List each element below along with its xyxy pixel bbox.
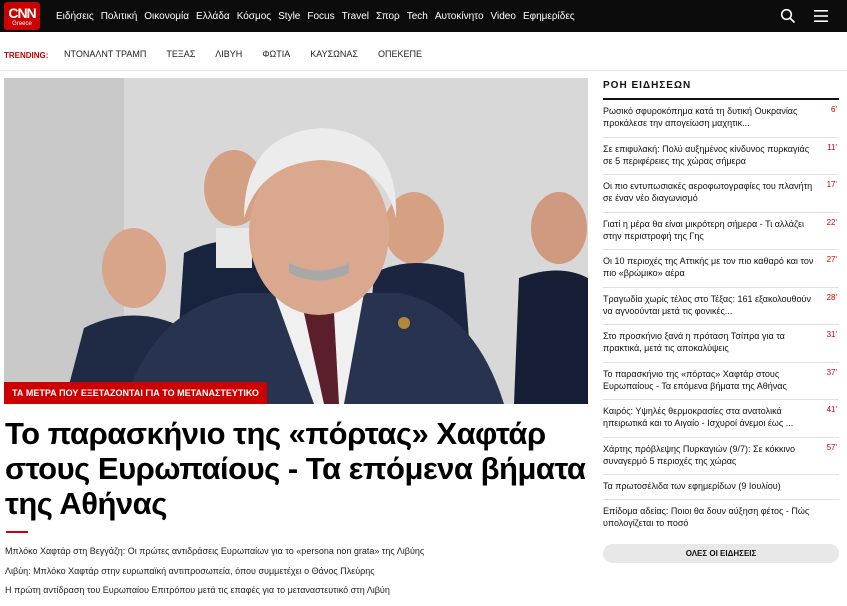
nav-item-news[interactable]: Ειδήσεις <box>56 11 94 22</box>
news-feed-text: Επίδομα αδείας: Ποιοι θα δουν αύξηση φέτ… <box>603 506 810 528</box>
related-articles: Μπλόκο Χαφτάρ στη Βεγγάζη: Οι πρώτες αντ… <box>5 545 589 604</box>
nav-item-focus[interactable]: Focus <box>307 11 334 22</box>
news-feed-item[interactable]: Τραγωδία χωρίς τέλος στο Τέξας: 161 εξακ… <box>603 288 839 325</box>
cnn-greece-logo[interactable]: CNN Greece <box>4 2 40 30</box>
news-feed-text: Τα πρωτοσέλιδα των εφημερίδων (9 Ιουλίου… <box>603 481 781 491</box>
news-feed-item[interactable]: Τα πρωτοσέλιδα των εφημερίδων (9 Ιουλίου… <box>603 475 839 500</box>
news-feed-text: Γιατί η μέρα θα είναι μικρότερη σήμερα -… <box>603 218 804 241</box>
hero-image[interactable] <box>4 78 588 404</box>
nav-item-tech[interactable]: Tech <box>407 11 428 22</box>
accent-rule <box>6 531 28 533</box>
news-feed-text: Καιρός: Υψηλές θερμοκρασίες στα ανατολικ… <box>603 406 794 428</box>
news-feed-title: ΡΟΗ ΕΙΔΗΣΕΩΝ <box>603 80 692 91</box>
news-feed-item[interactable]: Οι 10 περιοχές της Αττικής με τον πιο κα… <box>603 250 839 288</box>
news-feed-item[interactable]: Το παρασκήνιο της «πόρτας» Χαφτάρ στους … <box>603 363 839 400</box>
news-feed-text: Το παρασκήνιο της «πόρτας» Χαφτάρ στους … <box>603 368 787 391</box>
news-feed-text: Στο προσκήνιο ξανά η πρόταση Τσίπρα για … <box>603 331 785 353</box>
news-feed-text: Σε επιφυλακή: Πολύ αυξημένος κίνδυνος πυ… <box>603 143 810 166</box>
related-article-link[interactable]: Μπλόκο Χαφτάρ στη Βεγγάζη: Οι πρώτες αντ… <box>5 545 589 565</box>
news-feed-time: 37' <box>826 367 837 377</box>
news-feed-item[interactable]: Σε επιφυλακή: Πολύ αυξημένος κίνδυνος πυ… <box>603 138 839 175</box>
news-feed-time: 41' <box>826 405 837 414</box>
divider <box>0 70 847 71</box>
nav-item-video[interactable]: Video <box>491 11 516 22</box>
news-feed-text: Χάρτης πρόβλεψης Πυρκαγιών (9/7): Σε κόκ… <box>603 443 796 466</box>
news-feed-item[interactable]: Οι πιο εντυπωσιακές αεροφωτογραφίες του … <box>603 175 839 213</box>
news-feed-item[interactable]: Επίδομα αδείας: Ποιοι θα δουν αύξηση φέτ… <box>603 500 839 538</box>
news-feed-text: Ρωσικό σφυροκόπημα κατά τη δυτική Ουκραν… <box>603 106 798 128</box>
trending-item[interactable]: ΦΩΤΙΑ <box>262 49 290 59</box>
nav-item-auto[interactable]: Αυτοκίνητο <box>435 11 484 22</box>
nav-item-politics[interactable]: Πολιτική <box>101 11 138 22</box>
news-feed-time: 6' <box>831 105 837 114</box>
news-feed-time: 22' <box>826 217 837 227</box>
news-feed-item[interactable]: Καιρός: Υψηλές θερμοκρασίες στα ανατολικ… <box>603 400 839 438</box>
nav-item-world[interactable]: Κόσμος <box>237 11 271 22</box>
main-nav: Ειδήσεις Πολιτική Οικονομία Ελλάδα Κόσμο… <box>56 0 575 32</box>
news-feed-time: 17' <box>826 180 837 189</box>
hero-category-tag[interactable]: ΤΑ ΜΕΤΡΑ ΠΟΥ ΕΞΕΤΑΖΟΝΤΑΙ ΓΙΑ ΤΟ ΜΕΤΑΝΑΣΤ… <box>4 382 267 404</box>
news-feed-time: 28' <box>826 292 837 302</box>
trending-item[interactable]: ΤΕΞΑΣ <box>166 49 195 59</box>
news-feed-item[interactable]: Στο προσκήνιο ξανά η πρόταση Τσίπρα για … <box>603 325 839 363</box>
news-feed-text: Τραγωδία χωρίς τέλος στο Τέξας: 161 εξακ… <box>603 293 811 316</box>
news-feed-text: Οι πιο εντυπωσιακές αεροφωτογραφίες του … <box>603 181 813 203</box>
news-feed-time: 57' <box>826 442 837 452</box>
all-news-button[interactable]: ΟΛΕΣ ΟΙ ΕΙΔΗΣΕΙΣ <box>603 544 839 563</box>
main-headline[interactable]: Το παρασκήνιο της «πόρτας» Χαφτάρ στους … <box>5 416 589 521</box>
logo-subtext: Greece <box>12 20 32 27</box>
trending-item[interactable]: ΚΑΥΣΩΝΑΣ <box>310 49 358 59</box>
trending-list: ΝΤΟΝΑΛΝΤ ΤΡΑΜΠ ΤΕΞΑΣ ΛΙΒΥΗ ΦΩΤΙΑ ΚΑΥΣΩΝΑ… <box>64 49 422 59</box>
news-feed-text: Οι 10 περιοχές της Αττικής με τον πιο κα… <box>603 256 814 278</box>
nav-item-newspapers[interactable]: Εφημερίδες <box>523 11 575 22</box>
nav-item-travel[interactable]: Travel <box>342 11 369 22</box>
news-feed-time: 11' <box>827 142 837 152</box>
search-icon[interactable] <box>780 8 796 24</box>
nav-item-style[interactable]: Style <box>278 11 300 22</box>
news-feed-list: Ρωσικό σφυροκόπημα κατά τη δυτική Ουκραν… <box>603 100 839 538</box>
news-feed-item[interactable]: Ρωσικό σφυροκόπημα κατά τη δυτική Ουκραν… <box>603 100 839 138</box>
nav-item-sports[interactable]: Σπορ <box>376 11 400 22</box>
related-article-link[interactable]: Λιβύη: Μπλόκο Χαφτάρ στην ευρωπαϊκή αντι… <box>5 565 589 585</box>
news-feed-item[interactable]: Γιατί η μέρα θα είναι μικρότερη σήμερα -… <box>603 213 839 250</box>
trending-label: TRENDING: <box>4 51 49 60</box>
trending-bar: TRENDING: ΝΤΟΝΑΛΝΤ ΤΡΑΜΠ ΤΕΞΑΣ ΛΙΒΥΗ ΦΩΤ… <box>0 32 847 70</box>
nav-item-economy[interactable]: Οικονομία <box>144 11 189 22</box>
news-feed-time: 27' <box>826 255 837 264</box>
news-feed-time: 31' <box>826 330 837 339</box>
trending-item[interactable]: ΝΤΟΝΑΛΝΤ ΤΡΑΜΠ <box>64 49 146 59</box>
trending-item[interactable]: ΛΙΒΥΗ <box>215 49 242 59</box>
logo-text: CNN <box>8 4 36 21</box>
nav-item-greece[interactable]: Ελλάδα <box>196 11 230 22</box>
hero-photo <box>4 78 588 404</box>
top-navbar: CNN Greece Ειδήσεις Πολιτική Οικονομία Ε… <box>0 0 847 32</box>
news-feed-item[interactable]: Χάρτης πρόβλεψης Πυρκαγιών (9/7): Σε κόκ… <box>603 438 839 475</box>
trending-item[interactable]: ΟΠΕΚΕΠΕ <box>378 49 422 59</box>
related-article-link[interactable]: Η πρώτη αντίδραση του Ευρωπαίου Επιτρόπο… <box>5 584 589 604</box>
menu-icon[interactable] <box>813 9 829 23</box>
